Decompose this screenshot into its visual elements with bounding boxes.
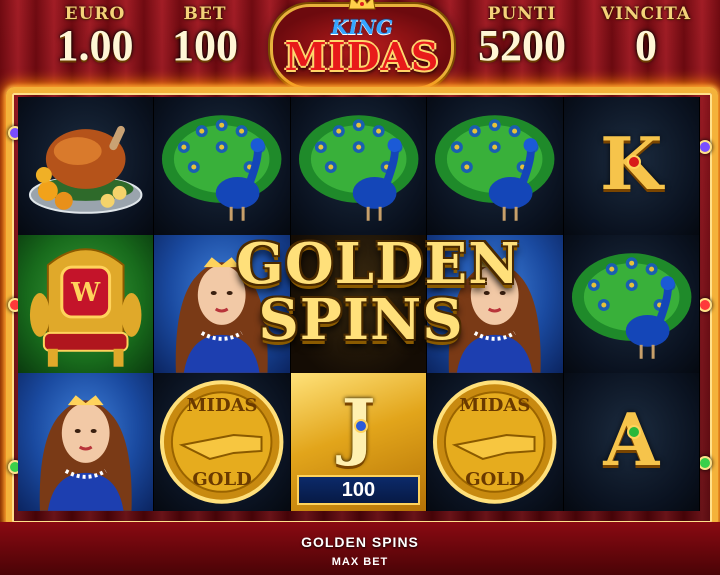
midas-gold-coin-icon: [433, 380, 557, 504]
coin-bottom-text: GOLD: [192, 469, 252, 490]
svg-text:W: W: [70, 278, 101, 308]
reel-3-row-1: [290, 97, 428, 235]
reel-1-row-3: [18, 373, 155, 511]
reel-2-row-1: [154, 97, 291, 235]
reel-4-row-1: [427, 97, 564, 235]
throne-icon: W: [29, 248, 142, 367]
hud-punti-value: 5200: [478, 21, 566, 70]
turkey-platter-icon: [28, 125, 143, 214]
reel-5-row-3: A: [563, 373, 700, 511]
reel-5-row-2: [563, 235, 700, 373]
peacock-icon: [298, 115, 419, 221]
coin-top-text: MIDAS: [186, 395, 258, 416]
symbol-value-box: 100: [296, 475, 421, 505]
gem-icon: [626, 425, 641, 439]
gem-icon: [626, 155, 641, 169]
status-message: GOLDEN SPINS: [301, 534, 419, 550]
midas-gold-coin-icon: [160, 380, 284, 504]
logo-midas-text: MIDAS: [284, 34, 440, 79]
reel-1-row-2: W: [18, 235, 155, 373]
payline-marker-right-bot: [698, 456, 712, 470]
gem-icon: [353, 419, 368, 433]
game-logo: KING MIDAS: [270, 0, 454, 90]
crown-icon: [348, 0, 376, 10]
max-bet-button[interactable]: MAX BET: [0, 556, 720, 568]
golden-spins-line2: SPINS: [258, 287, 464, 353]
reel-5-row-1: K: [563, 97, 700, 235]
hud-euro-value: 1.00: [56, 21, 134, 70]
reel-1-row-1: [18, 97, 155, 235]
hud-vincita: VINCITA 0: [596, 4, 696, 68]
peacock-icon: [162, 115, 282, 221]
hud-punti: PUNTI 5200: [462, 4, 582, 68]
hud-bet[interactable]: BET 100: [160, 4, 250, 68]
coin-top-text: MIDAS: [459, 395, 531, 416]
hud-euro: EURO 1.00: [40, 4, 150, 68]
reel-2-row-3: MIDAS GOLD: [154, 373, 291, 511]
reel-4-row-3: MIDAS GOLD: [427, 373, 564, 511]
queen-icon: [39, 395, 132, 511]
peacock-icon: [571, 253, 691, 359]
reel-3-row-3: J 100: [290, 373, 428, 511]
golden-spins-line1: GOLDEN: [236, 231, 521, 297]
coin-bottom-text: GOLD: [465, 469, 525, 490]
symbol-a: A: [603, 397, 660, 482]
payline-marker-right-mid: [698, 298, 712, 312]
golden-spins-banner: GOLDEN SPINS: [236, 231, 521, 353]
hud-bet-value: 100: [172, 21, 238, 70]
peacock-icon: [435, 115, 555, 221]
payline-marker-right-top: [698, 140, 712, 154]
hud-vincita-value: 0: [635, 21, 657, 70]
